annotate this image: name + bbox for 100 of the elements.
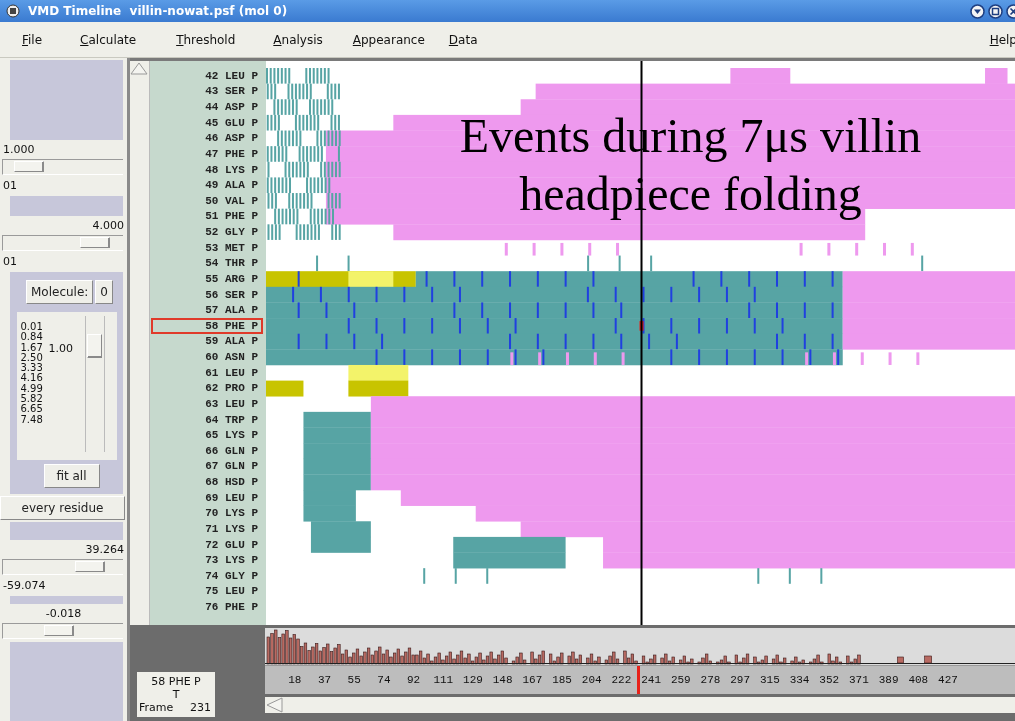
- menu-item[interactable]: Analysis: [273, 32, 323, 47]
- scale-value: 39.264: [84, 541, 125, 558]
- frame-tick: 389: [877, 674, 900, 686]
- slider-thumb[interactable]: [75, 561, 105, 572]
- residue-label[interactable]: 60 ASN P: [151, 349, 263, 365]
- residue-label[interactable]: 54 THR P: [151, 255, 263, 272]
- scale-value: 1.000: [2, 141, 36, 158]
- frame-tick: 55: [346, 674, 362, 686]
- frame-tick: 74: [376, 674, 392, 686]
- frame-tick: 92: [406, 674, 422, 686]
- frame-tick: 167: [521, 674, 544, 686]
- slider-thumb[interactable]: [13, 161, 44, 172]
- residue-label[interactable]: 63 LEU P: [151, 396, 263, 412]
- threshold-value: 0.01: [20, 322, 43, 332]
- frame-tick: 37: [316, 674, 333, 686]
- threshold-value: 1.67: [20, 342, 43, 353]
- residue-label[interactable]: 49 ALA P: [151, 177, 263, 193]
- threshold-value: 3.33: [20, 363, 43, 374]
- frame-label: Frame: [139, 701, 174, 714]
- residue-label[interactable]: 74 GLY P: [151, 568, 263, 584]
- residue-label[interactable]: 66 GLN P: [151, 443, 263, 459]
- residue-label[interactable]: 57 ALA P: [151, 302, 263, 318]
- molecule-button[interactable]: Molecule:: [26, 280, 94, 304]
- slider[interactable]: [2, 235, 123, 251]
- residue-label[interactable]: 44 ASP P: [151, 99, 263, 115]
- slider[interactable]: [2, 559, 123, 575]
- frame-tick: 352: [818, 674, 841, 686]
- threshold-value: 5.82: [20, 394, 43, 405]
- residue-label[interactable]: 53 MET P: [151, 239, 263, 256]
- scrollbar[interactable]: [130, 61, 150, 625]
- molecule-number-button[interactable]: 0: [95, 280, 113, 304]
- residue-label[interactable]: 52 GLY P: [151, 224, 263, 240]
- residue-label[interactable]: 47 PHE P: [151, 146, 263, 162]
- residue-label[interactable]: 73 LYS P: [151, 552, 263, 568]
- info-residue: 58 PHE P: [150, 675, 202, 688]
- frame-tick: 148: [491, 674, 514, 686]
- threshold-value: 7.48: [20, 414, 43, 425]
- frame-tick: 334: [788, 674, 811, 686]
- slider-thumb[interactable]: [80, 237, 111, 248]
- residue-label[interactable]: 76 PHE P: [151, 599, 263, 615]
- residue-label[interactable]: 58 PHE P: [151, 318, 263, 334]
- residue-label[interactable]: 70 LYS P: [151, 505, 263, 522]
- frame-tick: 204: [580, 674, 603, 686]
- residue-label[interactable]: 48 LYS P: [151, 161, 263, 178]
- menu-item[interactable]: Data: [448, 32, 478, 47]
- residue-label[interactable]: 69 LEU P: [151, 489, 263, 506]
- frame-tick: 427: [937, 674, 959, 686]
- frame-tick: 241: [640, 674, 662, 686]
- slider-thumb[interactable]: [43, 625, 74, 636]
- mode-button[interactable]: every residue: [0, 496, 125, 520]
- frame-tick: 297: [729, 674, 752, 686]
- frame-tick: 259: [669, 674, 692, 686]
- scale-caption: 01: [2, 177, 18, 194]
- residue-label[interactable]: 64 TRP P: [151, 411, 263, 428]
- residue-label[interactable]: 68 HSD P: [151, 474, 263, 490]
- slider[interactable]: [2, 159, 123, 175]
- minimize-icon[interactable]: [970, 3, 985, 19]
- menu-item[interactable]: Threshold: [176, 32, 236, 47]
- fit-all-button[interactable]: fit all: [43, 464, 100, 488]
- residue-label[interactable]: 61 LEU P: [151, 364, 263, 381]
- frame-number: 231: [190, 701, 211, 714]
- frame-tick: 315: [758, 674, 781, 686]
- residue-label[interactable]: 55 ARG P: [151, 271, 263, 287]
- menu-item[interactable]: Calculate: [80, 32, 137, 47]
- residue-label[interactable]: 72 GLU P: [151, 536, 263, 553]
- frame-tick: 111: [432, 674, 455, 686]
- threshold-value: 4.16: [20, 373, 43, 384]
- threshold-value: 4.99: [20, 383, 43, 394]
- maximize-icon[interactable]: [988, 3, 1003, 19]
- menu-item[interactable]: Appearance: [352, 32, 425, 47]
- scale-caption: 01: [2, 253, 18, 270]
- menu-item[interactable]: File: [22, 32, 43, 47]
- frame-tick: 408: [907, 674, 930, 686]
- scroll-up-icon[interactable]: [130, 61, 148, 75]
- residue-label[interactable]: 67 GLN P: [151, 458, 263, 475]
- residue-label[interactable]: 46 ASP P: [151, 130, 263, 147]
- scale-value: -0.018: [44, 605, 83, 622]
- slider[interactable]: [2, 623, 123, 639]
- residue-label[interactable]: 43 SER P: [151, 83, 263, 100]
- frame-marker[interactable]: [637, 666, 640, 694]
- residue-label[interactable]: 51 PHE P: [151, 208, 263, 225]
- scrollbar[interactable]: [265, 697, 1015, 713]
- frame-tick: 129: [462, 674, 484, 686]
- residue-label[interactable]: 42 LEU P: [151, 68, 263, 84]
- window-title: VMD Timeline villin-nowat.psf (mol 0): [28, 4, 288, 18]
- residue-label[interactable]: 62 PRO P: [151, 380, 263, 397]
- scale-value: 4.000: [91, 217, 125, 234]
- threshold-value: 2.50: [20, 352, 43, 363]
- residue-label[interactable]: 50 VAL P: [151, 193, 263, 209]
- slider-thumb[interactable]: [86, 333, 102, 358]
- residue-label[interactable]: 45 GLU P: [151, 114, 263, 131]
- residue-label[interactable]: 71 LYS P: [151, 521, 263, 537]
- scroll-left-icon[interactable]: [265, 697, 283, 713]
- residue-label[interactable]: 75 LEU P: [151, 583, 263, 600]
- residue-label[interactable]: 65 LYS P: [151, 427, 263, 443]
- app-icon: [6, 4, 20, 18]
- residue-label[interactable]: 59 ALA P: [151, 333, 263, 350]
- frame-tick: 278: [699, 674, 722, 686]
- scale-value: -59.074: [2, 577, 47, 594]
- residue-label[interactable]: 56 SER P: [151, 286, 263, 303]
